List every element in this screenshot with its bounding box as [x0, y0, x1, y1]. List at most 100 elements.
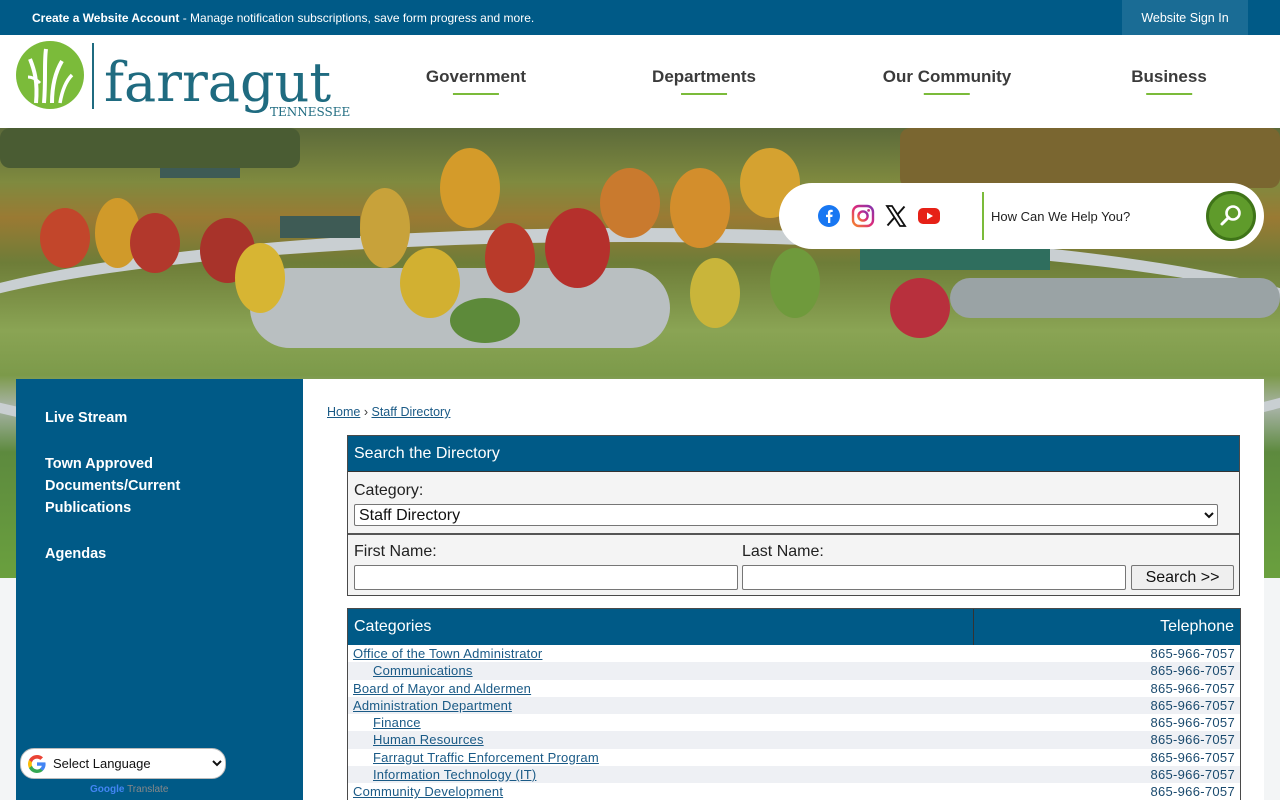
hero-tree: [40, 208, 90, 268]
hero-tree: [130, 213, 180, 273]
hero-pavilion: [860, 248, 1050, 270]
telephone-column-header: Telephone: [1160, 618, 1234, 635]
row-telephone: 865-966-7057: [1150, 749, 1235, 765]
nav-our-community[interactable]: Our Community: [883, 67, 1011, 95]
row-name-cell: Office of the Town Administrator: [348, 645, 974, 662]
row-telephone: 865-966-7057: [1150, 767, 1235, 783]
table-row: Farragut Traffic Enforcement Program 865-…: [348, 748, 1240, 767]
directory-rows: Office of the Town Administrator 865-966-…: [348, 645, 1240, 800]
hero-tree: [440, 148, 500, 228]
top-utility-bar: Create a Website Account - Manage notifi…: [0, 0, 1280, 35]
table-row: Finance 865-966-7057: [348, 714, 1240, 732]
instagram-icon[interactable]: [851, 204, 875, 228]
create-account-link[interactable]: Create a Website Account: [32, 11, 179, 25]
search-icon: [1220, 205, 1241, 226]
nav-departments[interactable]: Departments: [652, 67, 756, 95]
first-name-label: First Name:: [354, 543, 437, 560]
table-row: Community Development 865-966-7057: [348, 783, 1240, 800]
department-link[interactable]: Office of the Town Administrator: [353, 646, 542, 661]
google-wordmark: Google: [90, 784, 125, 795]
hero-tree: [545, 208, 610, 288]
sidebar-item-town-approved-documents[interactable]: Town Approved Documents/Current Publicat…: [45, 453, 215, 519]
hero-parking-lot-right: [950, 278, 1280, 318]
row-name-cell: Community Development: [348, 783, 974, 800]
sidebar-item-agendas[interactable]: Agendas: [45, 543, 215, 565]
breadcrumb-staff-directory[interactable]: Staff Directory: [371, 405, 450, 419]
x-icon[interactable]: [884, 204, 908, 228]
hero-tree: [690, 258, 740, 328]
breadcrumb: Home › Staff Directory: [327, 405, 450, 419]
row-telephone: 865-966-7057: [1150, 732, 1235, 748]
directory-search-form: Search the Directory Category: Staff Dir…: [347, 435, 1240, 596]
create-account-message[interactable]: Create a Website Account - Manage notifi…: [32, 11, 534, 25]
breadcrumb-home[interactable]: Home: [327, 405, 360, 419]
sidebar-nav: Live Stream Town Approved Documents/Curr…: [16, 379, 303, 800]
row-telephone: 865-966-7057: [1150, 663, 1235, 679]
hero-forest-edge: [900, 128, 1280, 188]
hero-tree: [770, 248, 820, 318]
row-telephone: 865-966-7057: [1150, 715, 1235, 731]
translate-wordmark[interactable]: Translate: [127, 784, 168, 795]
site-header: farragut TENNESSEE Government Department…: [0, 35, 1280, 128]
table-row: Human Resources 865-966-7057: [348, 731, 1240, 749]
row-name-cell: Human Resources: [348, 731, 974, 748]
row-telephone: 865-966-7057: [1150, 646, 1235, 661]
department-link[interactable]: Information Technology (IT): [373, 767, 536, 782]
row-name-cell: Finance: [348, 714, 974, 731]
language-selector[interactable]: Select Language: [20, 748, 226, 779]
language-select[interactable]: Select Language: [49, 755, 225, 772]
row-name-cell: Farragut Traffic Enforcement Program: [348, 749, 974, 766]
table-row: Administration Department 865-966-7057: [348, 696, 1240, 715]
hero-tree: [400, 248, 460, 318]
department-link[interactable]: Farragut Traffic Enforcement Program: [373, 750, 599, 765]
department-link[interactable]: Finance: [373, 715, 421, 730]
logo-state: TENNESSEE: [270, 105, 350, 119]
categories-column-header: Categories: [348, 609, 974, 645]
department-link[interactable]: Communications: [373, 663, 473, 678]
row-telephone: 865-966-7057: [1150, 784, 1235, 800]
sidebar-item-live-stream[interactable]: Live Stream: [45, 407, 215, 429]
nav-government[interactable]: Government: [426, 67, 526, 95]
social-search-pill: [779, 183, 1264, 249]
site-search-button[interactable]: [1206, 191, 1256, 241]
youtube-icon[interactable]: [917, 204, 941, 228]
category-select[interactable]: Staff Directory: [354, 504, 1218, 526]
breadcrumb-separator: ›: [363, 405, 368, 419]
website-sign-in-button[interactable]: Website Sign In: [1122, 0, 1248, 35]
hero-tree: [360, 188, 410, 268]
farragut-logo[interactable]: farragut TENNESSEE: [16, 41, 356, 123]
form-divider: [348, 533, 1239, 535]
nav-business[interactable]: Business: [1131, 67, 1207, 95]
site-search-input[interactable]: [991, 201, 1201, 231]
row-telephone: 865-966-7057: [1150, 680, 1235, 696]
hero-tree: [670, 168, 730, 248]
hero-tree: [450, 298, 520, 343]
pill-divider: [982, 192, 984, 240]
table-row: Communications 865-966-7057: [348, 662, 1240, 680]
facebook-icon[interactable]: [817, 204, 841, 228]
main-content: Home › Staff Directory Search the Direct…: [303, 379, 1264, 800]
last-name-input[interactable]: [742, 565, 1126, 590]
first-name-input[interactable]: [354, 565, 738, 590]
department-link[interactable]: Administration Department: [353, 698, 512, 713]
row-name-cell: Information Technology (IT): [348, 766, 974, 783]
department-link[interactable]: Human Resources: [373, 732, 484, 747]
hero-shelter: [280, 216, 360, 238]
row-name-cell: Administration Department: [348, 697, 974, 714]
powered-by-google: Google Translate: [90, 784, 168, 795]
hero-tree: [600, 168, 660, 238]
google-g-icon: [28, 754, 46, 773]
hero-tree: [235, 243, 285, 313]
department-link[interactable]: Community Development: [353, 784, 503, 799]
department-link[interactable]: Board of Mayor and Aldermen: [353, 681, 531, 696]
directory-search-button[interactable]: Search >>: [1131, 565, 1234, 590]
row-name-cell: Communications: [348, 662, 974, 679]
last-name-label: Last Name:: [742, 543, 824, 560]
table-row: Office of the Town Administrator 865-966-…: [348, 645, 1240, 663]
category-label: Category:: [354, 482, 424, 499]
hero-tree: [890, 278, 950, 338]
create-account-description: - Manage notification subscriptions, sav…: [179, 11, 535, 25]
row-telephone: 865-966-7057: [1150, 697, 1235, 713]
directory-search-heading: Search the Directory: [348, 436, 1239, 472]
table-row: Board of Mayor and Aldermen 865-966-7057: [348, 679, 1240, 697]
